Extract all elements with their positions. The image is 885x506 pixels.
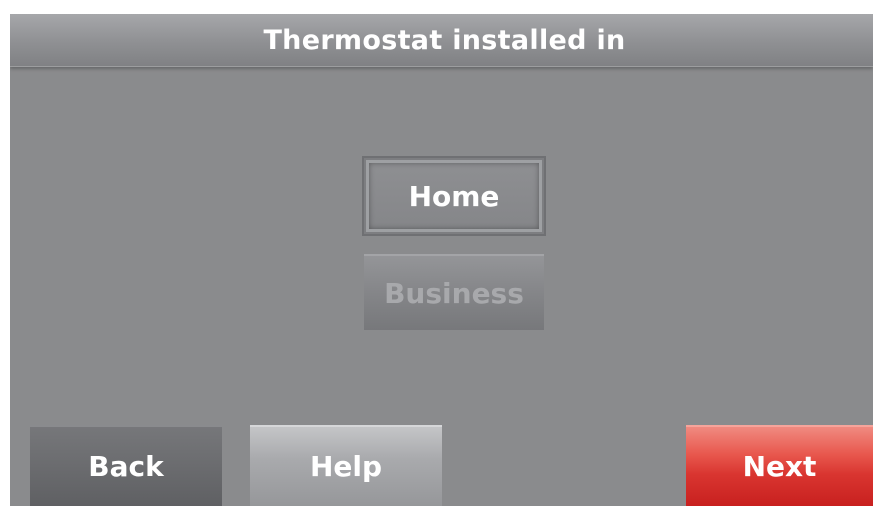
next-button[interactable]: Next (686, 425, 873, 506)
help-button-label: Help (309, 450, 383, 483)
home-option-button[interactable]: Home (362, 156, 546, 236)
business-option-button[interactable]: Business (364, 254, 544, 330)
back-button-label: Back (88, 450, 164, 483)
page-title: Thermostat installed in (263, 24, 626, 56)
next-button-label: Next (742, 450, 817, 483)
title-bar: Thermostat installed in (10, 14, 873, 67)
back-button[interactable]: Back (30, 425, 222, 506)
business-option-label: Business (384, 276, 524, 310)
home-option-label: Home (408, 179, 500, 213)
help-button[interactable]: Help (250, 425, 442, 506)
thermostat-screen: Thermostat installed in Home Business Ba… (10, 14, 873, 506)
